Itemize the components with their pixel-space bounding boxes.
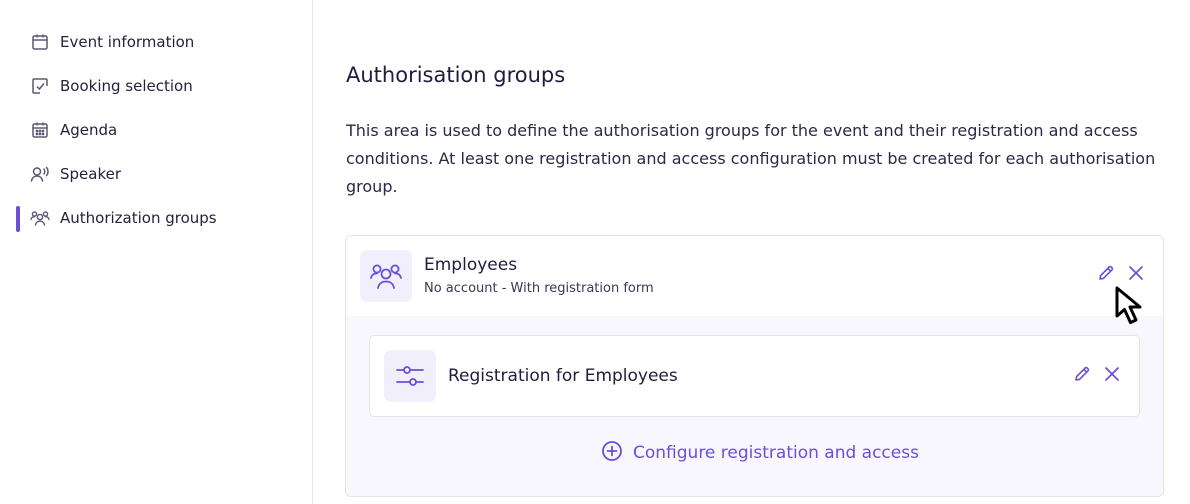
registration-card: Registration for Employees <box>369 335 1140 417</box>
configure-registration-button[interactable]: Configure registration and access <box>601 440 919 466</box>
sidebar-item-label: Authorization groups <box>60 209 217 227</box>
pencil-icon <box>1097 264 1115 286</box>
registration-name: Registration for Employees <box>448 366 678 386</box>
sidebar-item-label: Event information <box>60 33 195 51</box>
sidebar-item-label: Speaker <box>60 165 122 183</box>
group-body: Registration for Employees Configure reg… <box>346 316 1163 496</box>
close-icon <box>1128 265 1144 285</box>
calendar-icon <box>30 32 50 52</box>
configure-label: Configure registration and access <box>633 443 919 463</box>
sidebar-item-speaker[interactable]: Speaker <box>0 160 300 188</box>
authorization-group-card: Employees No account - With registration… <box>345 235 1164 497</box>
close-icon <box>1104 366 1120 386</box>
edit-registration-button[interactable] <box>1071 365 1093 387</box>
sidebar-item-label: Agenda <box>60 121 118 139</box>
sidebar-item-booking-selection[interactable]: Booking selection <box>0 72 300 100</box>
add-circle-icon <box>601 440 623 466</box>
calendar-grid-icon <box>30 120 50 140</box>
sidebar-item-label: Booking selection <box>60 77 193 95</box>
group-name: Employees <box>424 255 518 275</box>
sidebar: Event information Booking selection Agen… <box>0 0 313 504</box>
users-icon <box>30 208 50 228</box>
page-title: Authorisation groups <box>346 63 566 87</box>
checkbox-icon <box>30 76 50 96</box>
pencil-icon <box>1073 365 1091 387</box>
main-content: Authorisation groups This area is used t… <box>314 0 1190 504</box>
speaker-icon <box>30 164 50 184</box>
mouse-cursor-icon <box>1112 284 1160 332</box>
sidebar-item-event-information[interactable]: Event information <box>0 28 300 56</box>
page-description: This area is used to define the authoris… <box>346 121 1156 196</box>
sidebar-item-authorization-groups[interactable]: Authorization groups <box>0 204 300 232</box>
sidebar-item-agenda[interactable]: Agenda <box>0 116 300 144</box>
users-icon <box>360 250 412 302</box>
edit-group-button[interactable] <box>1095 264 1117 286</box>
group-subtitle: No account - With registration form <box>424 281 654 296</box>
delete-registration-button[interactable] <box>1101 365 1123 387</box>
sliders-icon <box>384 350 436 402</box>
delete-group-button[interactable] <box>1125 264 1147 286</box>
